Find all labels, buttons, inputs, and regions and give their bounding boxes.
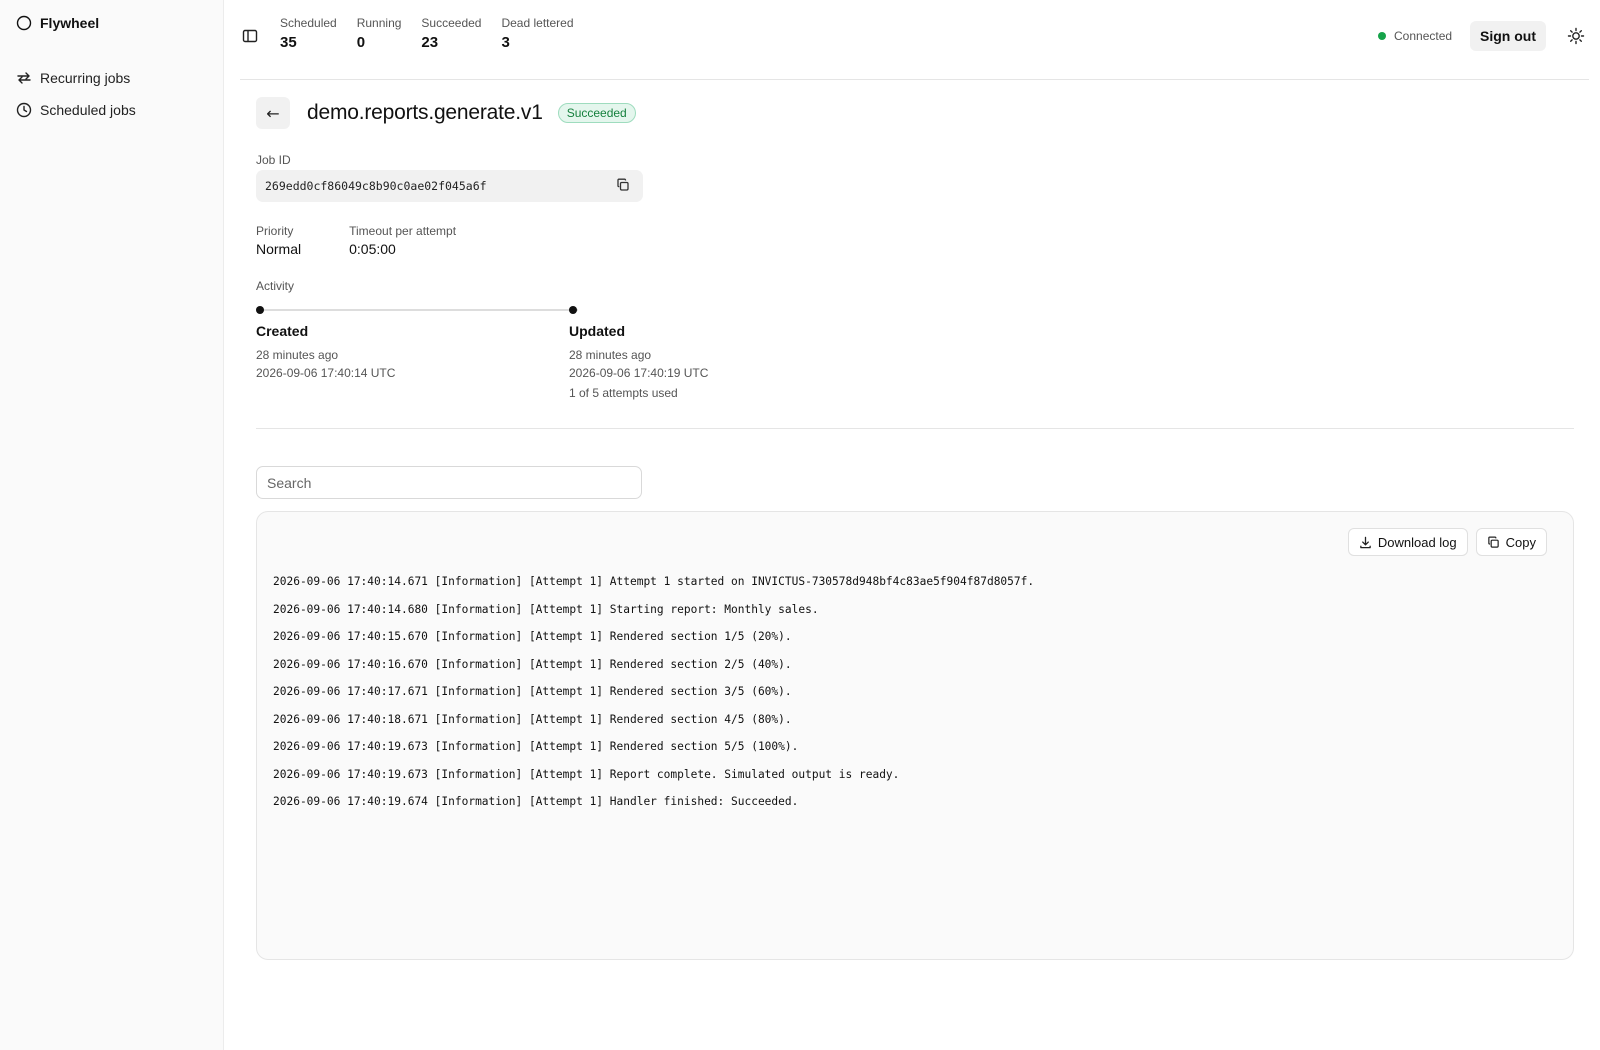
log-panel: Download log Copy 2026-09-06 17:40:14.67…	[256, 511, 1574, 960]
sidebar: Flywheel Recurring jobs Scheduled jobs	[0, 0, 224, 1050]
timeline-dot-updated	[569, 306, 577, 314]
download-icon	[1359, 536, 1372, 549]
clock-icon	[16, 102, 32, 118]
timeout-label: Timeout per attempt	[349, 224, 457, 238]
priority-value: Normal	[256, 241, 302, 257]
stat-label: Dead lettered	[501, 16, 574, 30]
log-line: 2026-09-06 17:40:17.671 [Information] [A…	[273, 685, 792, 698]
stat-value: 3	[501, 34, 510, 51]
copy-icon[interactable]	[616, 178, 630, 192]
sidebar-item-label: Scheduled jobs	[40, 102, 136, 118]
top-bar: Scheduled 35 Running 0 Succeeded 23 Dead…	[240, 0, 1589, 80]
priority-label: Priority	[256, 224, 294, 238]
copy-log-label: Copy	[1505, 534, 1536, 550]
sidebar-nav: Recurring jobs Scheduled jobs	[16, 62, 208, 126]
stat-label: Running	[356, 16, 402, 30]
log-line: 2026-09-06 17:40:19.673 [Information] [A…	[273, 740, 799, 753]
job-id-field: 269edd0cf86049c8b90c0ae02f045a6f	[256, 170, 643, 202]
stat-dead-lettered[interactable]: Dead lettered 3	[501, 16, 573, 51]
stat-scheduled[interactable]: Scheduled 35	[280, 16, 337, 51]
sidebar-item-label: Recurring jobs	[40, 70, 131, 86]
job-stats: Scheduled 35 Running 0 Succeeded 23 Dead…	[280, 16, 574, 51]
log-lines: 2026-09-06 17:40:14.671 [Information] [A…	[273, 573, 1034, 821]
page-title: demo.reports.generate.v1	[307, 101, 543, 124]
log-line: 2026-09-06 17:40:18.671 [Information] [A…	[273, 712, 792, 726]
stat-value: 0	[356, 34, 366, 51]
log-line: 2026-09-06 17:40:14.671 [Information] [A…	[273, 575, 1035, 588]
log-search-input[interactable]	[256, 466, 642, 499]
created-timestamp: 2026-09-06 17:40:14 UTC	[256, 366, 396, 380]
circle-logo-icon	[16, 15, 32, 31]
stat-label: Succeeded	[421, 16, 482, 30]
app-brand[interactable]: Flywheel	[16, 15, 99, 31]
sidebar-toggle-icon[interactable]	[242, 28, 258, 44]
job-id-value: 269edd0cf86049c8b90c0ae02f045a6f	[265, 179, 487, 193]
timeline-line	[262, 309, 578, 311]
connection-label: Connected	[1394, 29, 1453, 43]
stat-value: 23	[421, 34, 439, 51]
log-line: 2026-09-06 17:40:19.673 [Information] [A…	[273, 767, 900, 781]
stat-succeeded[interactable]: Succeeded 23	[421, 16, 481, 51]
timeout-value: 0:05:00	[349, 241, 396, 257]
attempts-used: 1 of 5 attempts used	[569, 386, 678, 400]
timeline-dot-created	[256, 306, 264, 314]
copy-icon	[1487, 536, 1500, 549]
activity-label: Activity	[256, 279, 295, 293]
updated-relative: 28 minutes ago	[569, 348, 652, 362]
stat-running[interactable]: Running 0	[357, 16, 402, 51]
back-button[interactable]: ←	[256, 97, 290, 129]
download-log-button[interactable]: Download log	[1347, 528, 1468, 556]
sun-icon[interactable]	[1567, 27, 1585, 45]
created-title: Created	[256, 323, 309, 339]
sidebar-item-scheduled-jobs[interactable]: Scheduled jobs	[16, 94, 208, 126]
job-id-label: Job ID	[256, 153, 291, 167]
log-line: 2026-09-06 17:40:19.674 [Information] [A…	[273, 795, 799, 808]
created-relative: 28 minutes ago	[256, 348, 339, 362]
updated-title: Updated	[569, 323, 625, 339]
sign-out-button[interactable]: Sign out	[1470, 21, 1546, 51]
stat-value: 35	[280, 34, 297, 51]
download-log-label: Download log	[1377, 534, 1457, 550]
stat-label: Scheduled	[280, 16, 337, 30]
timeline-updated: Updated 28 minutes ago 2026-09-06 17:40:…	[569, 323, 708, 400]
connection-status: Connected	[1378, 29, 1452, 43]
log-actions: Download log Copy	[1347, 528, 1547, 556]
log-line: 2026-09-06 17:40:16.670 [Information] [A…	[273, 657, 792, 671]
job-meta: Priority Normal Timeout per attempt 0:05…	[256, 224, 456, 257]
status-badge: Succeeded	[557, 103, 636, 123]
title-row: ← demo.reports.generate.v1 Succeeded	[256, 97, 636, 129]
app-name: Flywheel	[40, 15, 100, 31]
sidebar-item-recurring-jobs[interactable]: Recurring jobs	[16, 62, 208, 94]
timeline-created: Created 28 minutes ago 2026-09-06 17:40:…	[256, 323, 395, 380]
status-dot	[1378, 32, 1386, 40]
log-line: 2026-09-06 17:40:14.680 [Information] [A…	[273, 602, 819, 616]
updated-timestamp: 2026-09-06 17:40:19 UTC	[569, 366, 709, 380]
priority-field: Priority Normal	[256, 224, 301, 257]
copy-log-button[interactable]: Copy	[1475, 528, 1547, 556]
repeat-icon	[16, 70, 32, 86]
log-line: 2026-09-06 17:40:15.670 [Information] [A…	[273, 630, 792, 643]
timeout-field: Timeout per attempt 0:05:00	[349, 224, 456, 257]
divider	[256, 428, 1574, 429]
